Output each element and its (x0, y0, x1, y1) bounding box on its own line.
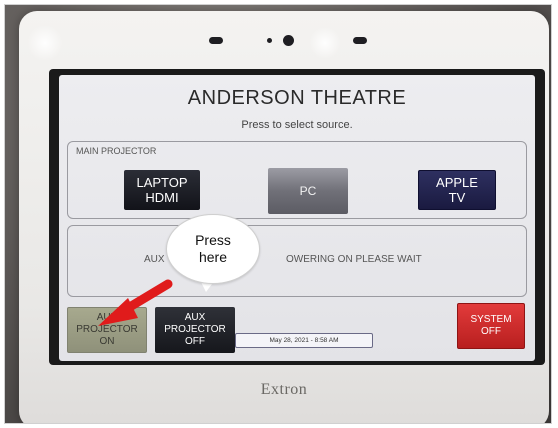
red-arrow-icon (98, 279, 173, 326)
